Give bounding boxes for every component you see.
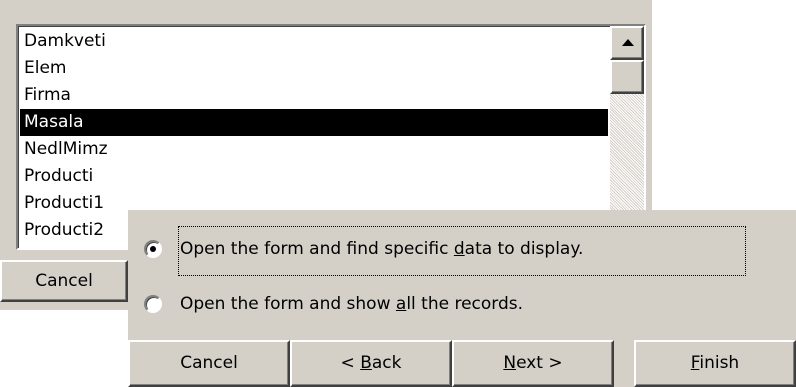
arrow-up-icon bbox=[622, 39, 634, 46]
back-cancel-button[interactable]: Cancel bbox=[0, 260, 128, 302]
next-button[interactable]: Next > bbox=[452, 340, 614, 387]
back-button-label: < Back bbox=[340, 353, 402, 373]
cancel-button-label: Cancel bbox=[180, 353, 238, 373]
option-show-all-label: Open the form and show all the records. bbox=[180, 294, 524, 314]
radio-find-specific[interactable] bbox=[144, 240, 162, 258]
finish-button-label: Finish bbox=[690, 353, 740, 373]
cancel-button[interactable]: Cancel bbox=[128, 340, 290, 387]
list-item[interactable]: Elem bbox=[20, 55, 608, 82]
list-item[interactable]: Producti bbox=[20, 163, 608, 190]
finish-button[interactable]: Finish bbox=[634, 340, 796, 387]
list-item[interactable]: NedlMimz bbox=[20, 136, 608, 163]
back-button[interactable]: < Back bbox=[290, 340, 452, 387]
back-cancel-label: Cancel bbox=[35, 271, 93, 291]
list-item[interactable]: Firma bbox=[20, 82, 608, 109]
list-item[interactable]: Damkveti bbox=[20, 28, 608, 55]
option-find-specific-label: Open the form and find specific data to … bbox=[180, 239, 584, 259]
scroll-thumb[interactable] bbox=[610, 60, 644, 94]
form-open-options-dialog: Open the form and find specific data to … bbox=[128, 210, 796, 387]
radio-show-all[interactable] bbox=[144, 295, 162, 313]
list-item-selected[interactable]: Masala bbox=[20, 109, 608, 136]
next-button-label: Next > bbox=[503, 353, 563, 373]
wizard-button-row: Cancel < Back Next > Finish bbox=[128, 340, 796, 387]
scroll-up-button[interactable] bbox=[610, 26, 644, 60]
